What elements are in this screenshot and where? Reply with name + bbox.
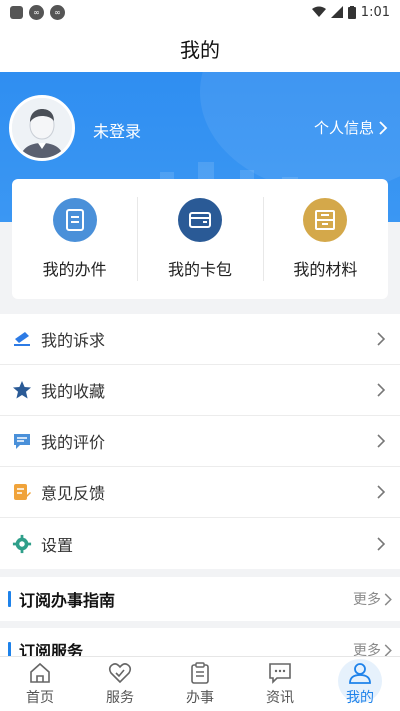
- menu-item-label: 我的评价: [41, 433, 106, 452]
- archive-icon: [303, 198, 348, 242]
- chevron-right-icon: [374, 485, 388, 499]
- star-icon: [12, 380, 32, 400]
- tab-label: 我的: [346, 690, 374, 706]
- menu-item-feedback[interactable]: 意见反馈: [0, 467, 400, 518]
- tab-mine[interactable]: 我的: [320, 657, 400, 711]
- menu-item-my-favorites[interactable]: 我的收藏: [0, 365, 400, 416]
- menu-item-label: 意见反馈: [41, 484, 106, 503]
- chevron-right-icon: [374, 536, 388, 551]
- menu-item-my-appeals[interactable]: 我的诉求: [0, 314, 400, 365]
- quick-item-label: 我的材料: [293, 260, 358, 279]
- page-title: 我的: [0, 24, 400, 72]
- app-notification-icon: ∞: [29, 4, 44, 20]
- menu-item-label: 我的收藏: [41, 382, 106, 401]
- tab-home[interactable]: 首页: [0, 657, 80, 711]
- bottom-tab-bar: 首页 服务 办事 资讯 我的: [0, 656, 400, 711]
- gear-icon: [12, 534, 32, 554]
- section-subscribed-guides: 订阅办事指南 更多: [0, 577, 400, 621]
- tab-services[interactable]: 服务: [80, 657, 160, 711]
- settings-menu: 我的诉求 我的收藏 我的评价 意见反馈 设置: [0, 314, 400, 569]
- tab-label: 办事: [186, 690, 214, 706]
- signal-icon: [330, 6, 343, 18]
- chevron-right-icon: [384, 643, 392, 657]
- more-link[interactable]: 更多: [353, 589, 392, 609]
- chevron-right-icon: [374, 332, 388, 346]
- user-icon: [348, 661, 372, 685]
- menu-item-label: 我的诉求: [41, 331, 106, 350]
- edit-icon: [12, 482, 32, 502]
- tab-news[interactable]: 资讯: [240, 657, 320, 711]
- avatar[interactable]: [9, 95, 75, 161]
- default-avatar-icon: [12, 98, 72, 158]
- home-icon: [28, 661, 52, 685]
- chevron-right-icon: [384, 592, 392, 606]
- quick-actions-card: 我的办件 我的卡包 我的材料: [12, 179, 388, 299]
- service-icon: [108, 661, 132, 685]
- chevron-right-icon: [374, 434, 388, 448]
- tab-label: 资讯: [266, 690, 294, 706]
- status-left: ∞ ∞: [10, 4, 65, 20]
- clipboard-icon: [188, 661, 212, 685]
- status-bar: ∞ ∞ 1:01: [0, 0, 400, 24]
- document-icon: [52, 198, 97, 242]
- personal-info-label: 个人信息: [313, 119, 374, 137]
- section-accent-bar: [8, 591, 11, 607]
- section-title: 订阅办事指南: [19, 591, 116, 610]
- news-icon: [268, 661, 292, 685]
- ticket-icon: [12, 329, 32, 349]
- menu-item-my-reviews[interactable]: 我的评价: [0, 416, 400, 467]
- notification-icon: [10, 5, 23, 19]
- quick-item-my-materials[interactable]: 我的材料: [262, 179, 388, 299]
- tab-label: 服务: [106, 690, 134, 706]
- quick-item-label: 我的办件: [42, 260, 107, 279]
- wifi-icon: [311, 6, 326, 17]
- chevron-right-icon: [374, 383, 388, 397]
- chevron-right-icon: [379, 120, 388, 135]
- comment-icon: [12, 431, 32, 451]
- wallet-icon: [177, 198, 222, 242]
- menu-item-settings[interactable]: 设置: [0, 518, 400, 569]
- tab-label: 首页: [26, 690, 54, 706]
- login-status[interactable]: 未登录: [93, 118, 141, 142]
- quick-item-label: 我的卡包: [167, 260, 232, 279]
- quick-item-card-wallet[interactable]: 我的卡包: [137, 179, 262, 299]
- status-time: 1:01: [360, 4, 390, 20]
- personal-info-link[interactable]: 个人信息: [314, 117, 388, 138]
- quick-item-my-cases[interactable]: 我的办件: [12, 179, 137, 299]
- battery-icon: [347, 5, 356, 19]
- tab-affairs[interactable]: 办事: [160, 657, 240, 711]
- status-right: 1:01: [311, 4, 390, 20]
- menu-item-label: 设置: [41, 535, 74, 555]
- more-label: 更多: [353, 592, 381, 608]
- app-notification-icon-2: ∞: [50, 4, 65, 20]
